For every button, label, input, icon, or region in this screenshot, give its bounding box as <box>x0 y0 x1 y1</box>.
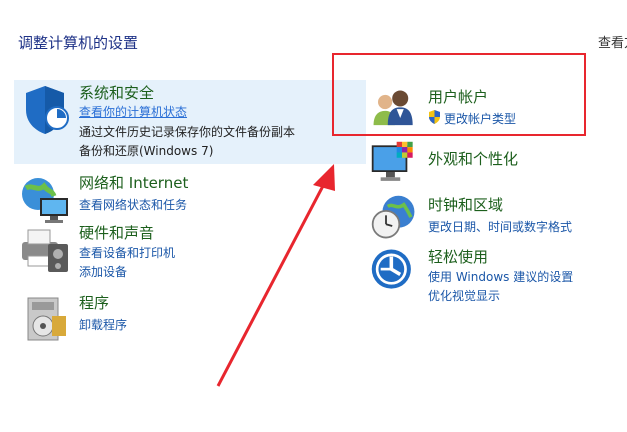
annotation-arrow-icon <box>216 164 335 387</box>
